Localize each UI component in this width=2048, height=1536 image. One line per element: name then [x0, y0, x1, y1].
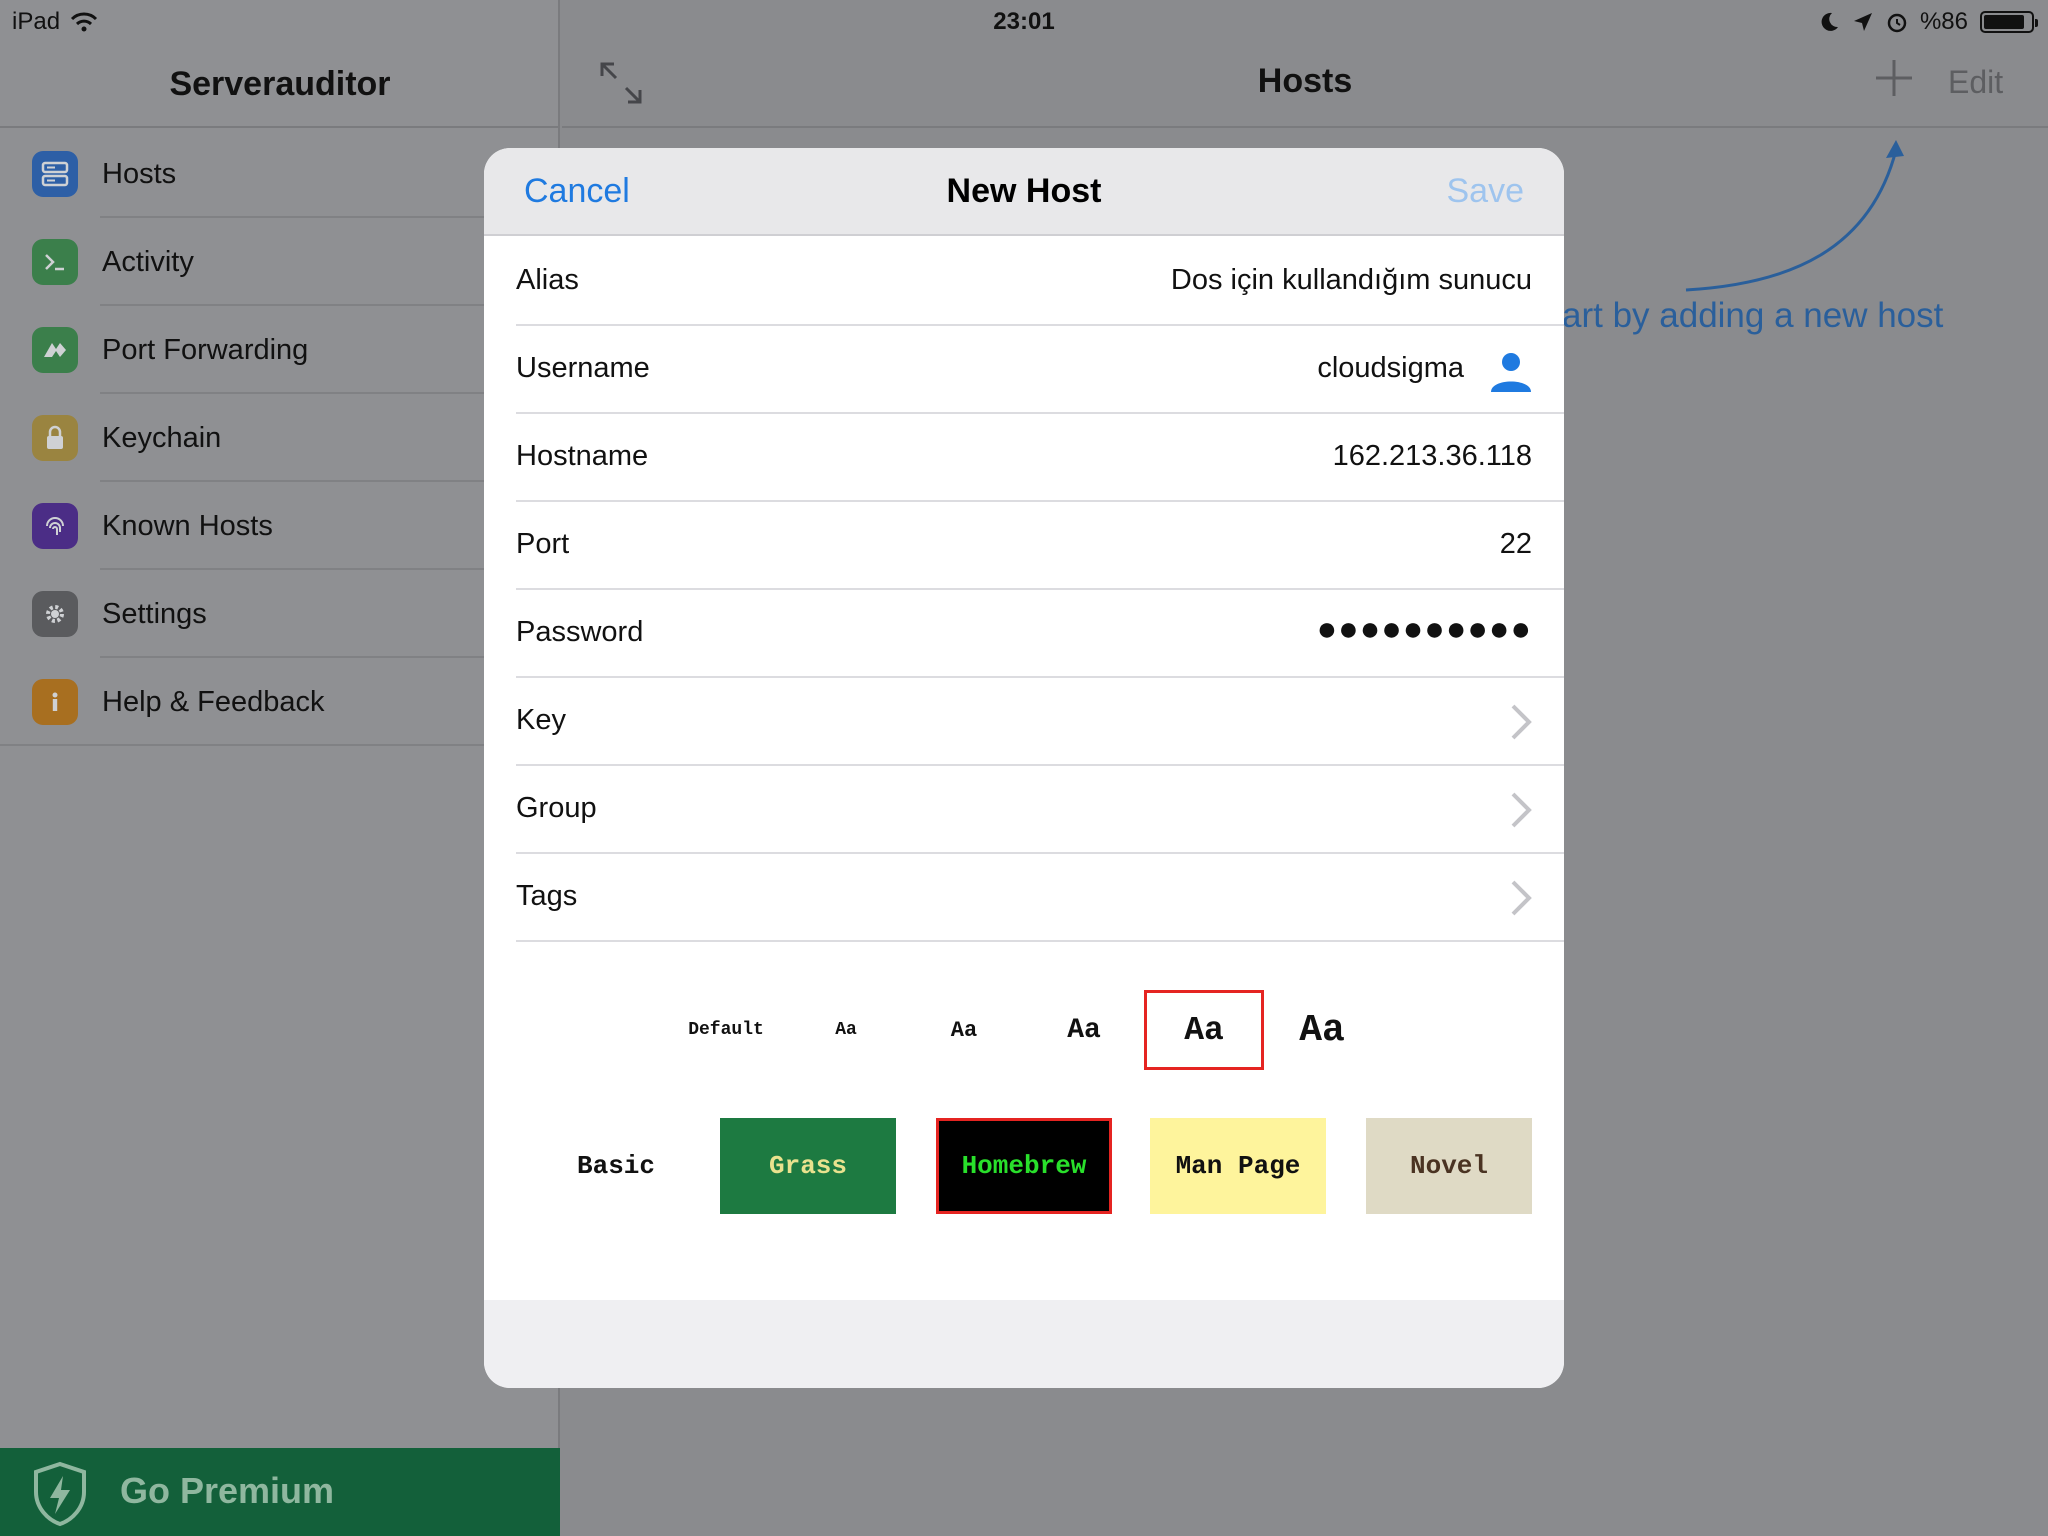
server-icon: [32, 151, 78, 197]
gear-icon: [32, 591, 78, 637]
moon-icon: [1821, 12, 1838, 31]
shield-icon: [34, 1461, 86, 1527]
sidebar-item-settings[interactable]: Settings: [0, 570, 560, 658]
add-host-icon[interactable]: [1870, 54, 1918, 102]
battery-percent: %86: [1919, 8, 1968, 35]
host-form: Alias Dos için kullandığım sunucu Userna…: [484, 238, 1564, 942]
font-size-picker: Default Aa Aa Aa Aa Aa: [484, 990, 1564, 1070]
chevron-right-icon: [1511, 792, 1532, 828]
key-row[interactable]: Key: [484, 678, 1564, 766]
hostname-field[interactable]: Hostname 162.213.36.118: [484, 414, 1564, 502]
save-button[interactable]: Save: [1447, 172, 1525, 211]
port-input[interactable]: 22: [1500, 528, 1532, 561]
group-label: Group: [516, 792, 597, 824]
battery-level: [1984, 15, 2024, 29]
user-icon[interactable]: [1488, 348, 1534, 394]
sidebar-item-port-forwarding[interactable]: Port Forwarding: [0, 306, 560, 394]
sidebar-item-label: Activity: [102, 245, 194, 278]
dialog-footer: [484, 1300, 1564, 1388]
password-field[interactable]: Password ●●●●●●●●●●: [484, 590, 1564, 678]
fingerprint-icon: [32, 503, 78, 549]
sidebar-item-keychain[interactable]: Keychain: [0, 394, 560, 482]
go-premium-label: Go Premium: [120, 1470, 335, 1511]
sidebar-item-help-feedback[interactable]: Help & Feedback: [0, 658, 560, 746]
password-input[interactable]: ●●●●●●●●●●: [1317, 610, 1532, 649]
chevron-right-icon: [1511, 880, 1532, 916]
username-label: Username: [516, 352, 650, 384]
alias-field[interactable]: Alias Dos için kullandığım sunucu: [484, 238, 1564, 326]
sidebar-title: Serverauditor: [0, 40, 560, 128]
dialog-title: New Host: [946, 172, 1102, 210]
hostname-input[interactable]: 162.213.36.118: [1333, 440, 1532, 473]
alarm-icon: [1887, 13, 1907, 33]
key-label: Key: [516, 704, 566, 736]
font-size-option-5[interactable]: Aa: [1262, 990, 1382, 1070]
theme-grass[interactable]: Grass: [720, 1118, 896, 1214]
info-icon: [32, 679, 78, 725]
alias-input[interactable]: Dos için kullandığım sunucu: [1171, 264, 1532, 297]
theme-homebrew[interactable]: Homebrew: [936, 1118, 1112, 1214]
clock: 23:01: [993, 8, 1055, 35]
sidebar-item-label: Help & Feedback: [102, 685, 325, 718]
sidebar-item-label: Hosts: [102, 157, 177, 190]
sidebar-item-known-hosts[interactable]: Known Hosts: [0, 482, 560, 570]
font-size-option-2[interactable]: Aa: [904, 990, 1024, 1070]
battery-icon: [1980, 11, 2038, 33]
hint-arrow-icon: [1685, 140, 1904, 292]
theme-basic[interactable]: Basic: [528, 1118, 704, 1214]
sidebar-item-label: Keychain: [102, 421, 222, 454]
port-label: Port: [516, 528, 570, 560]
sidebar-item-label: Known Hosts: [102, 509, 273, 542]
edit-button[interactable]: Edit: [1948, 64, 2003, 101]
page-title: Hosts: [1257, 62, 1353, 100]
theme-picker: Basic Grass Homebrew Man Page Novel: [484, 1118, 1564, 1214]
main-header: Hosts Edit: [562, 40, 2048, 128]
hostname-label: Hostname: [516, 440, 649, 472]
sidebar-item-activity[interactable]: Activity: [0, 218, 560, 306]
tags-row[interactable]: Tags: [484, 854, 1564, 942]
dialog-header: Cancel New Host Save: [484, 148, 1564, 236]
chevron-right-icon: [1511, 704, 1532, 740]
port-forwarding-icon: [32, 327, 78, 373]
alias-label: Alias: [516, 264, 579, 296]
group-row[interactable]: Group: [484, 766, 1564, 854]
terminal-icon: [32, 239, 78, 285]
sidebar-item-label: Port Forwarding: [102, 333, 309, 366]
sidebar-list: Hosts Activity Port Forwarding Keychain: [0, 130, 560, 746]
empty-state-hint: art by adding a new host: [1562, 296, 1944, 335]
divider: [0, 744, 560, 746]
go-premium-button[interactable]: Go Premium: [0, 1448, 560, 1536]
theme-man-page[interactable]: Man Page: [1150, 1118, 1326, 1214]
theme-novel[interactable]: Novel: [1366, 1118, 1532, 1214]
username-field[interactable]: Username cloudsigma: [484, 326, 1564, 414]
username-input[interactable]: cloudsigma: [1317, 352, 1464, 385]
font-size-default[interactable]: Default: [666, 990, 786, 1070]
location-icon: [1853, 13, 1872, 31]
new-host-dialog: Cancel New Host Save Alias Dos için kull…: [484, 148, 1564, 1388]
lock-icon: [32, 415, 78, 461]
sidebar-item-hosts[interactable]: Hosts: [0, 130, 560, 218]
status-bar: iPad 23:01 %86: [0, 0, 2048, 40]
divider: [516, 940, 1564, 942]
sidebar-item-label: Settings: [102, 597, 207, 630]
font-size-option-3[interactable]: Aa: [1024, 990, 1144, 1070]
font-size-option-1[interactable]: Aa: [786, 990, 906, 1070]
tags-label: Tags: [516, 880, 578, 912]
sidebar: Serverauditor Hosts Activity Port Forwar…: [0, 0, 560, 1536]
font-size-option-4[interactable]: Aa: [1144, 990, 1264, 1070]
password-label: Password: [516, 616, 644, 648]
port-field[interactable]: Port 22: [484, 502, 1564, 590]
